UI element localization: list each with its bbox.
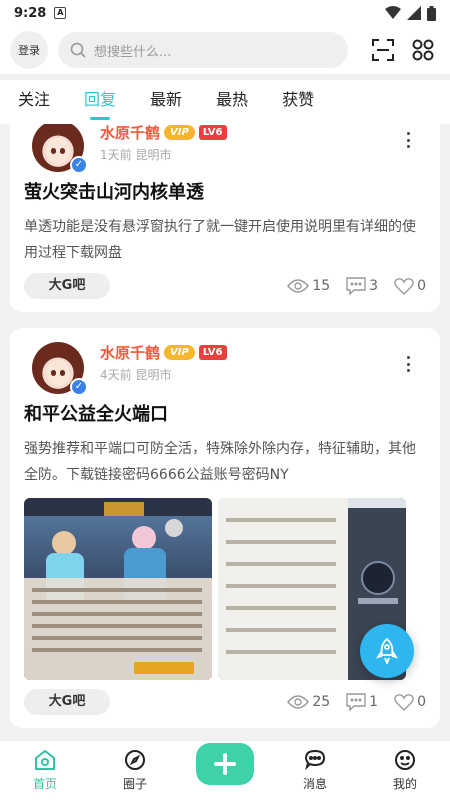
login-button[interactable]: 登录	[10, 31, 48, 69]
avatar-face	[46, 360, 70, 386]
circle-tag[interactable]: 大G吧	[24, 689, 110, 715]
search-icon	[70, 42, 86, 58]
status-time: 9:28	[14, 5, 47, 21]
post-meta: 1天前 昆明市	[100, 148, 172, 162]
nav-circles[interactable]: 圈子	[100, 749, 170, 792]
circle-tag[interactable]: 大G吧	[24, 273, 110, 299]
avatar-eye	[60, 370, 65, 376]
nav-messages[interactable]: 消息	[280, 749, 350, 792]
comments-count: 1	[369, 694, 379, 710]
post-author-row: ✓ 水原千鹤 VIP LV6 1天前 昆明市	[24, 124, 426, 174]
scan-icon[interactable]	[372, 39, 394, 61]
level-badge: LV6	[198, 345, 227, 360]
post-title[interactable]: 萤火突击山河内核单透	[24, 178, 426, 204]
likes-count: 0	[417, 694, 426, 710]
avatar-eye	[60, 148, 65, 154]
username-text: 水原千鹤	[100, 344, 161, 362]
game-lobby-illustration	[24, 498, 212, 680]
post-image-game-lobby[interactable]	[24, 498, 212, 680]
avatar-eye	[51, 148, 56, 154]
wifi-icon	[385, 6, 401, 19]
tab-liked[interactable]: 获赞	[282, 80, 314, 124]
vip-badge: VIP	[164, 125, 195, 140]
comments-count: 3	[369, 278, 379, 294]
search-placeholder: 想搜些什么...	[94, 44, 172, 60]
top-icons	[372, 39, 440, 61]
battery-icon	[427, 5, 436, 21]
post-footer: 大G吧 25 1 0	[24, 688, 426, 716]
comments-stat[interactable]: 3	[346, 277, 378, 295]
notification-a-icon: A	[54, 7, 67, 19]
apps-icon[interactable]	[412, 39, 434, 61]
post-meta: 4天前 昆明市	[100, 368, 172, 382]
verified-badge-icon: ✓	[70, 378, 88, 396]
tab-reply[interactable]: 回复	[84, 80, 116, 124]
username-text: 水原千鹤	[100, 124, 161, 142]
nav-home-label: 首页	[32, 777, 57, 791]
avatar-face	[46, 138, 70, 164]
post-body[interactable]: 强势推荐和平端口可防全活，特殊除外除内存，特征辅助，其他全防。下载链接密码666…	[24, 436, 426, 488]
likes-stat[interactable]: 0	[394, 277, 426, 295]
comments-stat[interactable]: 1	[346, 693, 378, 711]
more-options-icon[interactable]	[406, 132, 410, 148]
face-icon	[395, 750, 415, 770]
rocket-fab-button[interactable]	[360, 624, 414, 678]
views-count: 15	[312, 278, 331, 294]
eye-icon	[287, 695, 310, 709]
post-title[interactable]: 和平公益全火端口	[24, 400, 426, 426]
nav-home[interactable]: 首页	[10, 749, 80, 792]
search-header: 登录 想搜些什么...	[0, 26, 450, 74]
likes-count: 0	[417, 278, 426, 294]
tab-hot[interactable]: 最热	[216, 80, 248, 124]
views-stat: 25	[287, 694, 330, 710]
avatar[interactable]: ✓	[32, 124, 88, 174]
username[interactable]: 水原千鹤 VIP LV6	[100, 342, 227, 363]
tab-latest[interactable]: 最新	[150, 80, 182, 124]
compass-icon	[125, 750, 145, 770]
post-author-row: ✓ 水原千鹤 VIP LV6 4天前 昆明市	[24, 328, 426, 396]
avatar-eye	[51, 370, 56, 376]
tab-follow[interactable]: 关注	[18, 80, 50, 124]
rocket-icon	[376, 638, 398, 664]
nav-messages-label: 消息	[302, 777, 327, 791]
level-badge: LV6	[198, 125, 227, 140]
status-bar: 9:28 A	[0, 0, 450, 26]
signal-icon	[407, 6, 421, 20]
eye-icon	[287, 279, 310, 293]
more-options-icon[interactable]	[406, 356, 410, 372]
heart-icon	[394, 694, 414, 711]
feed-tabs: 关注 回复 最新 最热 获赞	[0, 80, 450, 124]
views-stat: 15	[287, 278, 330, 294]
post-stats: 25 1 0	[287, 693, 426, 711]
search-input[interactable]: 想搜些什么...	[58, 32, 348, 68]
post-stats: 15 3 0	[287, 277, 426, 295]
bottom-nav: 首页 圈子 消息 我的	[0, 740, 450, 800]
avatar[interactable]: ✓	[32, 342, 88, 396]
plus-icon[interactable]	[196, 742, 254, 785]
post-body[interactable]: 单透功能是没有悬浮窗执行了就一键开启使用说明里有详细的使用过程下载网盘	[24, 214, 426, 266]
chat-icon	[304, 749, 326, 771]
nav-profile[interactable]: 我的	[370, 749, 440, 792]
post-card[interactable]: ✓ 水原千鹤 VIP LV6 1天前 昆明市 萤火突击山河内核单透 单透功能是没…	[10, 124, 440, 312]
nav-profile-label: 我的	[392, 777, 417, 791]
home-icon	[35, 749, 55, 770]
comment-icon	[346, 277, 366, 295]
heart-icon	[394, 278, 414, 295]
comment-icon	[346, 693, 366, 711]
username[interactable]: 水原千鹤 VIP LV6	[100, 124, 227, 143]
post-footer: 大G吧 15 3 0	[24, 272, 426, 300]
verified-badge-icon: ✓	[70, 156, 88, 174]
status-right	[385, 5, 436, 21]
nav-create[interactable]	[190, 742, 260, 785]
nav-circles-label: 圈子	[122, 777, 147, 791]
vip-badge: VIP	[164, 345, 195, 360]
views-count: 25	[312, 694, 331, 710]
likes-stat[interactable]: 0	[394, 693, 426, 711]
